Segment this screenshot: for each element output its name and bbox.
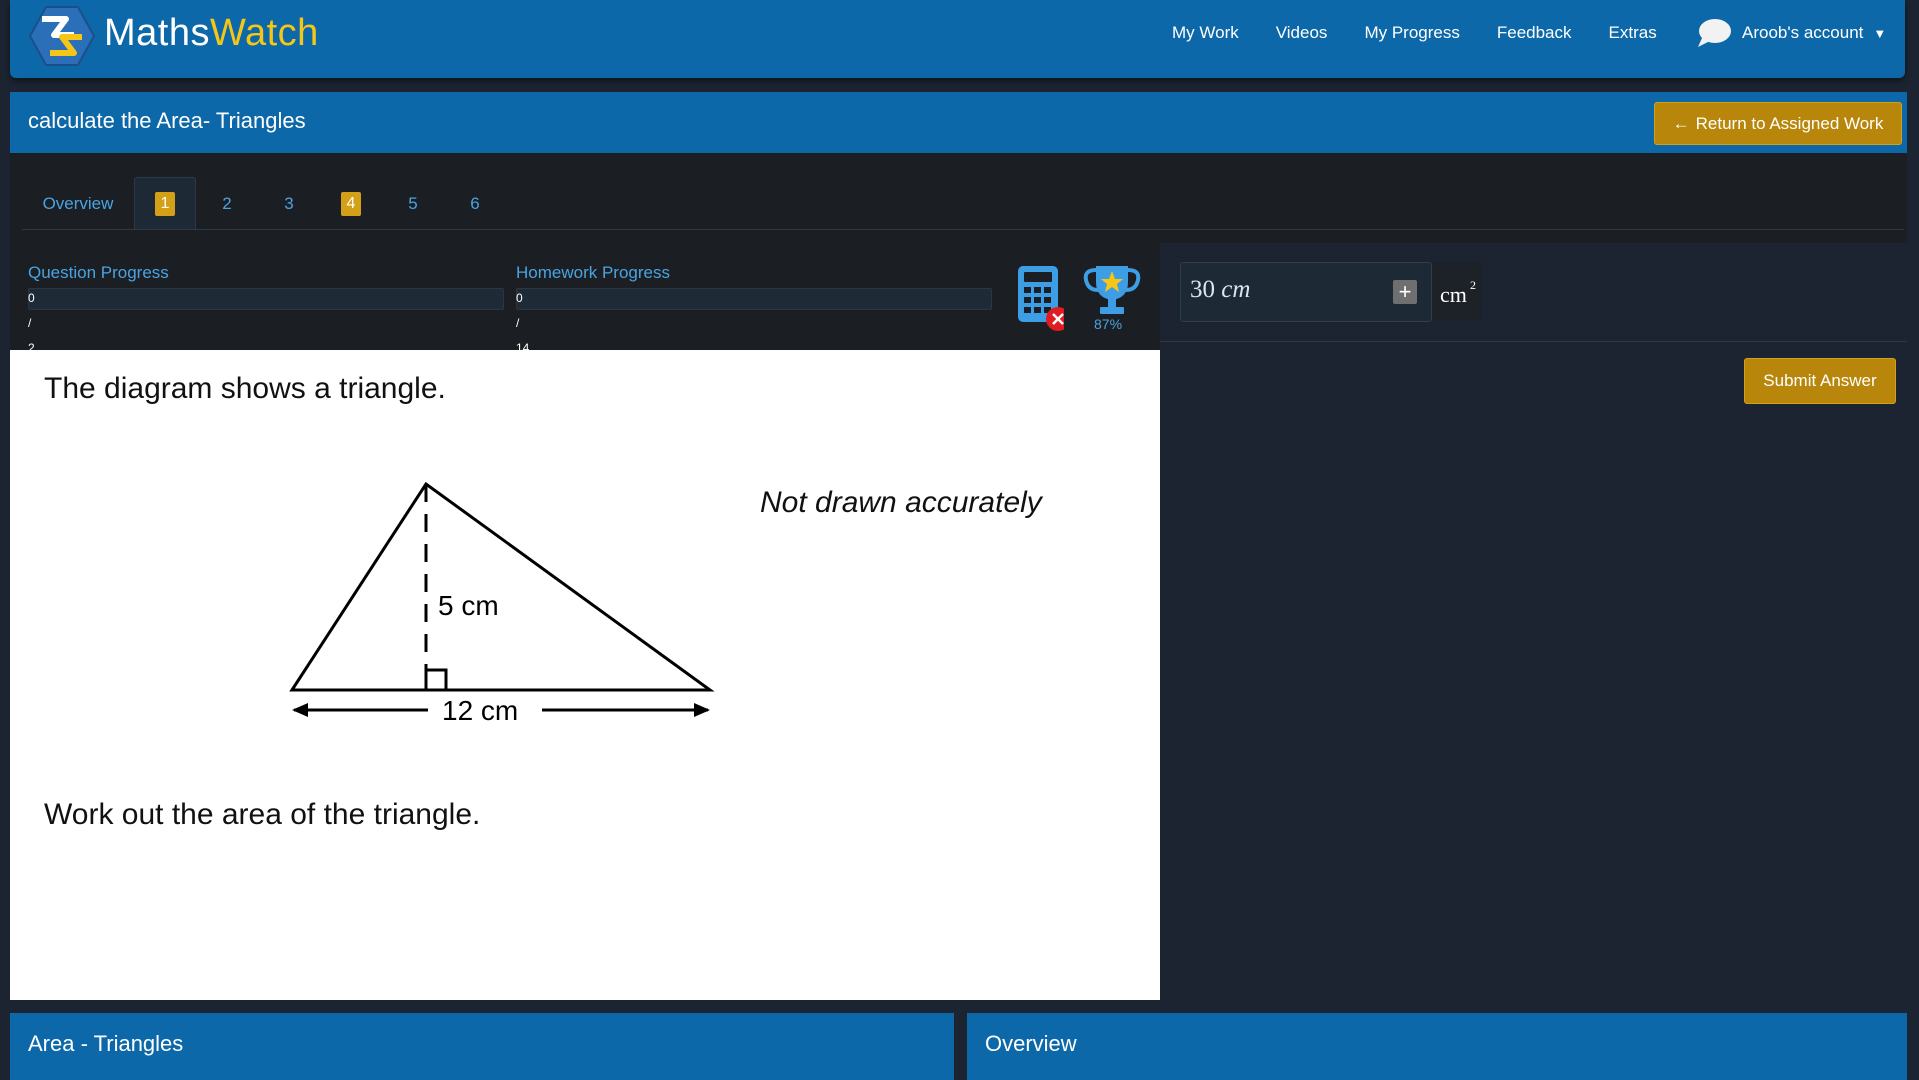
base-arrowhead-right — [694, 703, 710, 717]
tab-question-4-badge: 4 — [340, 192, 362, 216]
answer-unit: cm — [1440, 282, 1467, 307]
tab-question-1[interactable]: 1 — [134, 177, 196, 230]
question-progress-label: Question Progress — [28, 263, 169, 282]
brand-part-maths: Maths — [104, 12, 210, 54]
calculator-disabled-icon[interactable] — [1016, 264, 1064, 332]
trophy-icon — [1083, 266, 1141, 314]
question-progress-done: 0 — [28, 291, 35, 305]
nav-my-work[interactable]: My Work — [1172, 23, 1239, 43]
question-intro: The diagram shows a triangle. — [44, 372, 446, 405]
overview-card-title: Overview — [985, 1031, 1077, 1056]
tab-question-4[interactable]: 4 — [320, 178, 382, 230]
account-menu[interactable]: Aroob's account ▼ — [1696, 12, 1886, 54]
triangle-diagram: 5 cm 12 cm — [289, 481, 715, 726]
homework-progress-bar — [516, 288, 992, 310]
brand-part-watch: Watch — [209, 12, 319, 54]
tab-overview[interactable]: Overview — [22, 178, 134, 230]
tab-question-6[interactable]: 6 — [444, 178, 506, 230]
caret-down-icon: ▼ — [1873, 25, 1887, 41]
question-task: Work out the area of the triangle. — [44, 798, 481, 831]
chat-bubble-icon — [1698, 19, 1731, 47]
return-to-assigned-work-button[interactable]: ← Return to Assigned Work — [1654, 102, 1902, 145]
question-note: Not drawn accurately — [760, 486, 1042, 519]
nav-extras[interactable]: Extras — [1609, 23, 1657, 43]
base-label: 12 cm — [442, 695, 518, 726]
nav-videos[interactable]: Videos — [1276, 23, 1328, 43]
plus-icon[interactable]: + — [1393, 280, 1417, 304]
answer-number: 30 — [1190, 276, 1215, 303]
answer-value: 30 cm — [1190, 276, 1250, 304]
triangle-shape — [289, 481, 715, 692]
answer-divider — [1160, 341, 1907, 342]
homework-progress-sep: / — [516, 316, 520, 330]
homework-progress-total: 14 — [516, 342, 530, 350]
tab-question-2[interactable]: 2 — [196, 178, 258, 230]
tab-question-5-label: 5 — [408, 194, 418, 213]
arrow-left-icon: ← — [1672, 113, 1690, 133]
tab-question-6-label: 6 — [470, 194, 480, 213]
answer-typed-unit: cm — [1221, 276, 1251, 303]
trophy-percentage: 87% — [1094, 316, 1123, 332]
tab-question-2-label: 2 — [222, 194, 232, 213]
submit-answer-button[interactable]: Submit Answer — [1744, 358, 1896, 404]
answer-unit-power: 2 — [1470, 278, 1476, 292]
tab-divider — [22, 229, 1904, 230]
overview-card — [967, 1013, 1907, 1080]
tab-question-3[interactable]: 3 — [258, 178, 320, 230]
nav-my-progress[interactable]: My Progress — [1364, 23, 1459, 43]
right-angle-marker — [424, 668, 448, 692]
question-progress-total: 2 — [28, 342, 35, 350]
tab-overview-label: Overview — [42, 194, 114, 213]
homework-progress-label: Homework Progress — [516, 263, 670, 282]
submit-answer-label: Submit Answer — [1763, 371, 1877, 390]
answer-panel — [1160, 243, 1907, 999]
question-progress-sep: / — [28, 316, 32, 330]
brand-name[interactable]: MathsWatch — [104, 10, 319, 56]
account-name: Aroob's account — [1742, 23, 1864, 42]
assignment-title: calculate the Area- Triangles — [28, 108, 306, 133]
main-nav: My Work Videos My Progress Feedback Extr… — [1172, 0, 1694, 66]
topic-card-title: Area - Triangles — [28, 1031, 184, 1056]
mathswatch-logo-icon[interactable] — [28, 5, 96, 67]
nav-feedback[interactable]: Feedback — [1497, 23, 1572, 43]
return-button-label: Return to Assigned Work — [1695, 113, 1884, 133]
tab-question-1-badge: 1 — [154, 192, 176, 216]
height-label: 5 cm — [438, 590, 499, 621]
homework-progress-done: 0 — [516, 291, 523, 305]
tab-question-3-label: 3 — [284, 194, 294, 213]
question-progress-bar — [28, 288, 504, 310]
tab-question-5[interactable]: 5 — [382, 178, 444, 230]
base-arrowhead-left — [292, 703, 308, 717]
question-tabs: Overview 1 2 3 4 5 6 — [22, 177, 506, 230]
